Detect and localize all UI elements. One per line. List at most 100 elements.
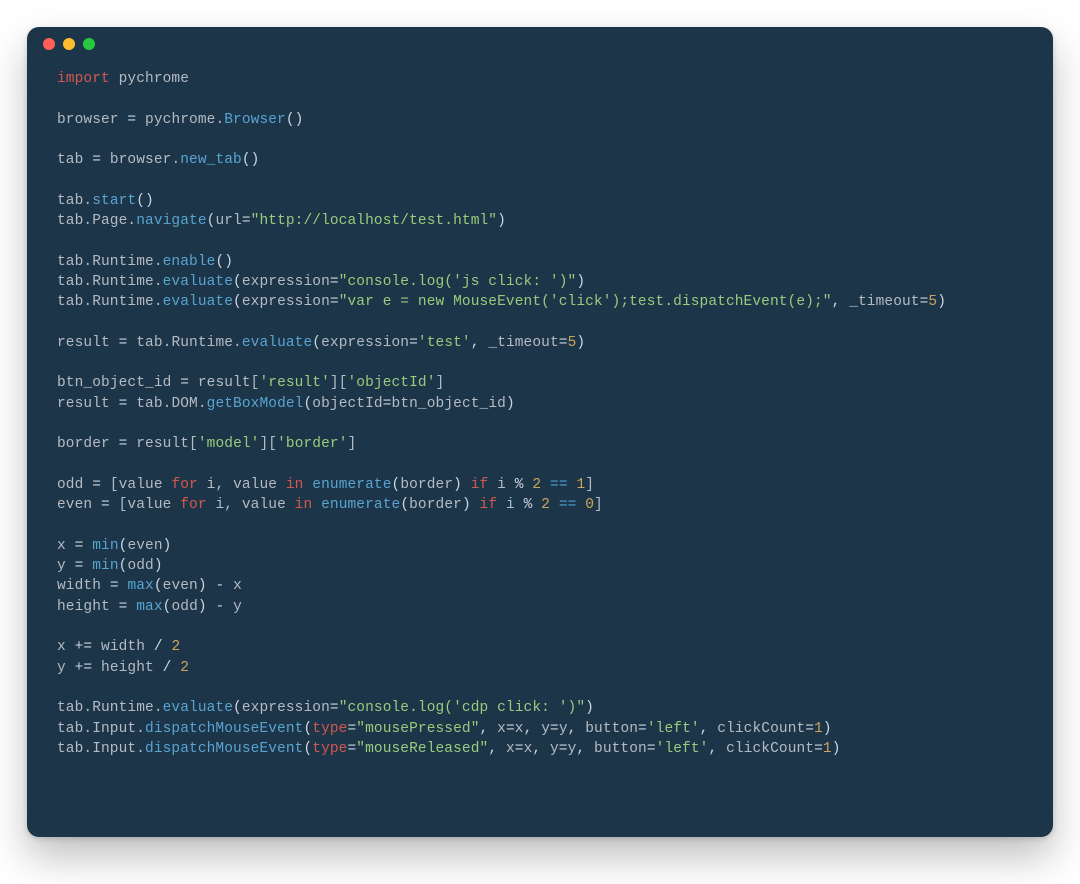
code-token: ( — [303, 741, 312, 757]
code-line: x = min(even) — [57, 536, 1023, 556]
code-token: 'border' — [277, 436, 347, 452]
code-token: 'objectId' — [348, 375, 436, 391]
code-token: evaluate — [163, 700, 233, 716]
code-token: in — [295, 497, 313, 513]
code-token: evaluate — [242, 335, 312, 351]
code-token: odd — [57, 477, 92, 493]
code-token: 2 — [180, 660, 189, 676]
code-token: = — [242, 213, 251, 229]
code-token: if — [480, 497, 498, 513]
maximize-icon[interactable] — [83, 38, 95, 50]
code-token: ) — [585, 700, 594, 716]
code-token: ) — [832, 741, 841, 757]
code-token — [576, 497, 585, 513]
code-token: , — [532, 741, 550, 757]
code-token: ( — [392, 477, 401, 493]
code-token: = — [330, 294, 339, 310]
code-token: , — [832, 294, 850, 310]
code-token: i — [497, 497, 523, 513]
code-token: for — [171, 477, 197, 493]
code-token: tab.Runtime. — [57, 274, 163, 290]
code-line: import pychrome — [57, 69, 1023, 89]
code-token: x — [57, 639, 75, 655]
code-token: == — [550, 477, 568, 493]
code-line: result = tab.Runtime.evaluate(expression… — [57, 333, 1023, 353]
code-token: for — [180, 497, 206, 513]
code-token: evaluate — [163, 274, 233, 290]
code-token: , — [708, 741, 726, 757]
code-token: = — [805, 721, 814, 737]
code-line — [57, 170, 1023, 190]
code-token: ) — [497, 213, 506, 229]
code-token: == — [559, 497, 577, 513]
code-token: x — [506, 741, 515, 757]
code-token: max — [127, 578, 153, 594]
code-token: / — [154, 639, 163, 655]
code-line: tab.Runtime.enable() — [57, 252, 1023, 272]
code-token: button — [594, 741, 647, 757]
code-token: expression — [242, 700, 330, 716]
code-token — [127, 599, 136, 615]
code-line: even = [value for i, value in enumerate(… — [57, 495, 1023, 515]
code-line: tab.Runtime.evaluate(expression="var e =… — [57, 292, 1023, 312]
code-token: = — [127, 112, 136, 128]
code-token: 'test' — [418, 335, 471, 351]
code-token: btn_object_id — [57, 375, 180, 391]
code-token: border — [57, 436, 119, 452]
code-line: tab.Runtime.evaluate(expression="console… — [57, 698, 1023, 718]
code-token: url — [215, 213, 241, 229]
code-token: expression — [242, 274, 330, 290]
minimize-icon[interactable] — [63, 38, 75, 50]
close-icon[interactable] — [43, 38, 55, 50]
code-token: new_tab — [180, 152, 242, 168]
code-token: ) — [198, 599, 207, 615]
code-token: _timeout — [849, 294, 919, 310]
code-token: navigate — [136, 213, 206, 229]
code-token — [207, 599, 216, 615]
code-token: () — [286, 112, 304, 128]
code-token: ( — [400, 497, 409, 513]
code-token: result[ — [189, 375, 259, 391]
code-token: 'left' — [647, 721, 700, 737]
code-token: type — [312, 741, 347, 757]
code-token: min — [92, 558, 118, 574]
code-token: y — [224, 599, 242, 615]
code-line — [57, 353, 1023, 373]
code-token — [532, 497, 541, 513]
code-token — [171, 660, 180, 676]
code-token: = — [383, 396, 392, 412]
code-token: 2 — [532, 477, 541, 493]
code-token: , — [576, 741, 594, 757]
code-token: = — [330, 274, 339, 290]
code-token — [303, 477, 312, 493]
code-token: [value — [101, 477, 171, 493]
code-token: enumerate — [321, 497, 400, 513]
code-token: = — [409, 335, 418, 351]
code-token: pychrome. — [136, 112, 224, 128]
window-titlebar — [27, 27, 1053, 61]
code-line: width = max(even) - x — [57, 576, 1023, 596]
code-line: btn_object_id = result['result']['object… — [57, 373, 1023, 393]
code-token: ] — [585, 477, 594, 493]
code-token: ( — [233, 274, 242, 290]
code-editor[interactable]: import pychrome browser = pychrome.Brows… — [27, 61, 1053, 783]
code-token: = — [638, 721, 647, 737]
code-token: enumerate — [312, 477, 391, 493]
code-token: ( — [233, 294, 242, 310]
code-token: width — [57, 578, 110, 594]
code-token: += — [75, 639, 93, 655]
code-token: = — [92, 477, 101, 493]
code-token: ( — [303, 721, 312, 737]
code-line — [57, 231, 1023, 251]
code-token: import — [57, 71, 110, 87]
code-token: "mousePressed" — [356, 721, 479, 737]
code-token: "http://localhost/test.html" — [251, 213, 497, 229]
code-token: _timeout — [488, 335, 558, 351]
code-token: 2 — [541, 497, 550, 513]
code-token: x — [224, 578, 242, 594]
code-token: x — [497, 721, 506, 737]
code-token: ] — [436, 375, 445, 391]
code-line — [57, 414, 1023, 434]
code-line — [57, 617, 1023, 637]
code-token: result — [57, 396, 119, 412]
